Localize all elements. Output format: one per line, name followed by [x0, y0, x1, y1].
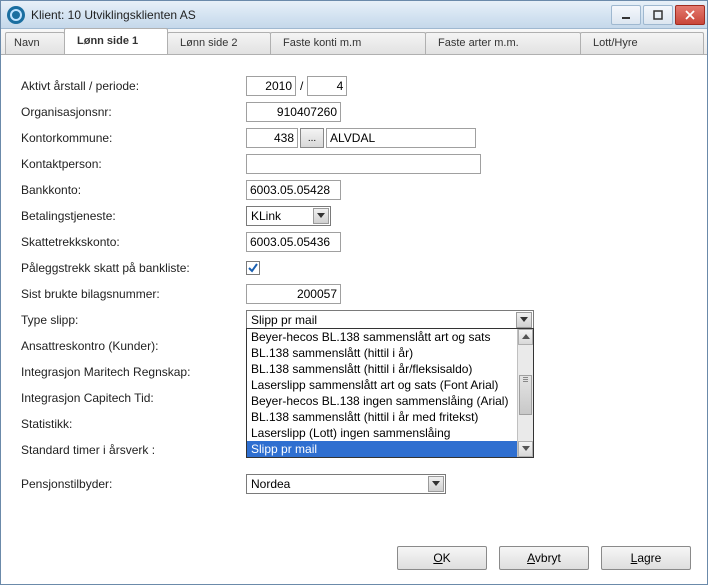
app-icon — [7, 6, 25, 24]
label-bankkonto: Bankkonto: — [21, 183, 246, 197]
pensjonstilbyder-value: Nordea — [251, 477, 290, 491]
kommunenr-field[interactable] — [246, 128, 298, 148]
close-button[interactable] — [675, 5, 705, 25]
avbryt-button[interactable]: Avbryt — [499, 546, 589, 570]
sist-brukte-field[interactable] — [246, 284, 341, 304]
scroll-down-icon[interactable] — [518, 441, 533, 457]
scroll-track[interactable] — [518, 345, 533, 441]
ok-button[interactable]: OK — [397, 546, 487, 570]
tab-lonn-side-1[interactable]: Lønn side 1 — [64, 28, 168, 54]
tab-bar: Navn Lønn side 1 Lønn side 2 Faste konti… — [1, 29, 707, 55]
dropdown-option[interactable]: BL.138 sammenslått (hittil i år med frit… — [247, 409, 533, 425]
betalingstjeneste-select[interactable]: KLink — [246, 206, 331, 226]
betalingstjeneste-value: KLink — [251, 209, 281, 223]
dialog-button-bar: OK Avbryt Lagre — [1, 536, 707, 584]
dropdown-option[interactable]: Laserslipp (Lott) ingen sammenslåing — [247, 425, 533, 441]
kommune-lookup-button[interactable]: ... — [300, 128, 324, 148]
tab-faste-konti[interactable]: Faste konti m.m — [270, 32, 426, 54]
type-slipp-value: Slipp pr mail — [251, 313, 317, 327]
label-type-slipp: Type slipp: — [21, 313, 246, 327]
type-slipp-select[interactable]: Slipp pr mail — [246, 310, 534, 330]
window-title: Klient: 10 Utviklingsklienten AS — [31, 8, 611, 22]
year-field[interactable] — [246, 76, 296, 96]
chevron-down-icon — [516, 312, 532, 328]
label-ansattreskontro: Ansattreskontro (Kunder): — [21, 339, 246, 353]
dropdown-option-selected[interactable]: Slipp pr mail — [247, 441, 533, 457]
dropdown-option[interactable]: Laserslipp sammenslått art og sats (Font… — [247, 377, 533, 393]
label-pensjonstilbyder: Pensjonstilbyder: — [21, 477, 246, 491]
maximize-button[interactable] — [643, 5, 673, 25]
chevron-down-icon — [428, 476, 444, 492]
label-paleggstrekk: Påleggstrekk skatt på bankliste: — [21, 261, 246, 275]
period-field[interactable] — [307, 76, 347, 96]
label-sist-brukte-bilagsnr: Sist brukte bilagsnummer: — [21, 287, 246, 301]
dropdown-option[interactable]: Beyer-hecos BL.138 sammenslått art og sa… — [247, 329, 533, 345]
label-kontaktperson: Kontaktperson: — [21, 157, 246, 171]
scroll-thumb[interactable] — [519, 375, 532, 415]
label-kontorkommune: Kontorkommune: — [21, 131, 246, 145]
dropdown-option[interactable]: BL.138 sammenslått (hittil i år/fleksisa… — [247, 361, 533, 377]
tab-lonn-side-2[interactable]: Lønn side 2 — [167, 32, 271, 54]
tab-faste-arter[interactable]: Faste arter m.m. — [425, 32, 581, 54]
bankkonto-field[interactable] — [246, 180, 341, 200]
paleggstrekk-checkbox[interactable] — [246, 261, 260, 275]
kommunenavn-field[interactable] — [326, 128, 476, 148]
dropdown-option[interactable]: Beyer-hecos BL.138 ingen sammenslåing (A… — [247, 393, 533, 409]
label-skattetrekkskonto: Skattetrekkskonto: — [21, 235, 246, 249]
label-betalingstjeneste: Betalingstjeneste: — [21, 209, 246, 223]
chevron-down-icon — [313, 208, 329, 224]
type-slipp-dropdown-list[interactable]: Beyer-hecos BL.138 sammenslått art og sa… — [246, 328, 534, 458]
titlebar: Klient: 10 Utviklingsklienten AS — [1, 1, 707, 29]
label-integrasjon-maritech: Integrasjon Maritech Regnskap: — [21, 365, 246, 379]
orgnr-field[interactable] — [246, 102, 341, 122]
dropdown-scrollbar[interactable] — [517, 329, 533, 457]
label-integrasjon-capitech: Integrasjon Capitech Tid: — [21, 391, 246, 405]
scroll-up-icon[interactable] — [518, 329, 533, 345]
tab-lott-hyre[interactable]: Lott/Hyre — [580, 32, 704, 54]
kontaktperson-field[interactable] — [246, 154, 481, 174]
lagre-button[interactable]: Lagre — [601, 546, 691, 570]
label-standard-timer: Standard timer i årsverk : — [21, 443, 246, 457]
dropdown-option[interactable]: BL.138 sammenslått (hittil i år) — [247, 345, 533, 361]
label-statistikk: Statistikk: — [21, 417, 246, 431]
minimize-button[interactable] — [611, 5, 641, 25]
label-aktivt-arstall: Aktivt årstall / periode: — [21, 79, 246, 93]
skattetrekkskonto-field[interactable] — [246, 232, 341, 252]
tab-navn[interactable]: Navn — [5, 32, 65, 54]
pensjonstilbyder-select[interactable]: Nordea — [246, 474, 446, 494]
form-area: Aktivt årstall / periode: / Organisasjon… — [1, 55, 707, 536]
label-orgnr: Organisasjonsnr: — [21, 105, 246, 119]
period-separator: / — [300, 79, 303, 93]
